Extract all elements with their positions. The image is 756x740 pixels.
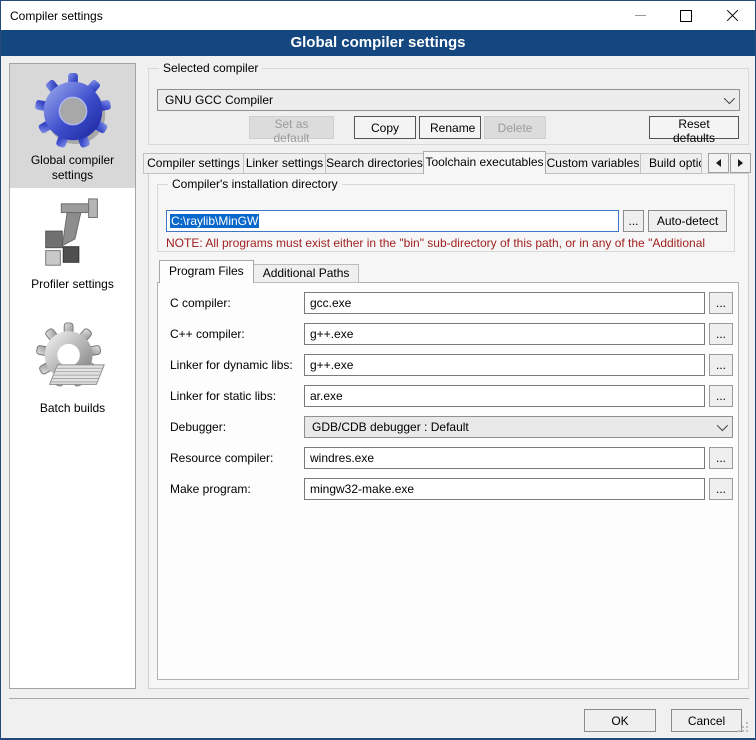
static-linker-value: ar.exe xyxy=(310,389,343,403)
make-program-input[interactable]: mingw32-make.exe xyxy=(304,478,705,500)
tab-custom-variables[interactable]: Custom variables xyxy=(545,153,641,174)
selected-compiler-group-label: Selected compiler xyxy=(159,61,262,76)
dynamic-linker-input[interactable]: g++.exe xyxy=(304,354,705,376)
auto-detect-button[interactable]: Auto-detect xyxy=(648,210,727,232)
arrow-right-icon xyxy=(738,159,743,167)
dynamic-linker-browse-button[interactable]: ... xyxy=(709,354,733,376)
field-label: C compiler: xyxy=(170,292,231,314)
set-as-default-button[interactable]: Set as default xyxy=(249,116,334,139)
field-label: Linker for dynamic libs: xyxy=(170,354,293,376)
dynamic-linker-value: g++.exe xyxy=(310,358,353,372)
compiler-select[interactable]: GNU GCC Compiler xyxy=(157,89,740,111)
c-compiler-browse-button[interactable]: ... xyxy=(709,292,733,314)
debugger-select[interactable]: GDB/CDB debugger : Default xyxy=(304,416,733,438)
minimize-icon xyxy=(635,15,646,16)
sidebar-item-batch-builds[interactable]: Batch builds xyxy=(10,312,135,436)
tab-linker-settings[interactable]: Linker settings xyxy=(243,153,326,174)
field-row-c-compiler: C compiler: gcc.exe ... xyxy=(158,292,738,314)
dialog-banner: Global compiler settings xyxy=(1,30,755,56)
tab-scroll-right-button[interactable] xyxy=(730,153,751,173)
maximize-icon xyxy=(680,10,692,22)
c-compiler-value: gcc.exe xyxy=(310,296,351,310)
resize-grip[interactable] xyxy=(746,730,748,732)
close-button[interactable] xyxy=(709,1,755,30)
caption-buttons xyxy=(617,1,755,30)
field-label: Make program: xyxy=(170,478,251,500)
sidebar-item-label: Global compiler settings xyxy=(10,153,135,183)
window-title: Compiler settings xyxy=(1,9,103,23)
settings-category-list: Global compiler settings Profiler settin… xyxy=(9,63,136,689)
blue-gear-icon xyxy=(34,72,112,150)
titlebar: Compiler settings xyxy=(1,1,755,30)
copy-button[interactable]: Copy xyxy=(354,116,416,139)
gray-gear-stack-icon xyxy=(34,320,112,398)
tab-build-options[interactable]: Build options xyxy=(640,153,702,174)
installation-directory-input[interactable]: C:\raylib\MinGW xyxy=(166,210,619,232)
rename-button[interactable]: Rename xyxy=(419,116,481,139)
banner-title: Global compiler settings xyxy=(290,34,465,51)
delete-button[interactable]: Delete xyxy=(484,116,546,139)
field-label: C++ compiler: xyxy=(170,323,245,345)
field-row-resource-compiler: Resource compiler: windres.exe ... xyxy=(158,447,738,469)
program-files-tabstrip: Program Files Additional Paths xyxy=(159,260,359,283)
bin-subdirectory-note: NOTE: All programs must exist either in … xyxy=(166,236,728,250)
debugger-value: GDB/CDB debugger : Default xyxy=(312,420,469,434)
subtab-additional-paths[interactable]: Additional Paths xyxy=(253,264,360,283)
installation-directory-group-label: Compiler's installation directory xyxy=(168,177,342,192)
field-label: Resource compiler: xyxy=(170,447,273,469)
selected-compiler-group: Selected compiler GNU GCC Compiler Set a… xyxy=(148,68,749,145)
resource-compiler-input[interactable]: windres.exe xyxy=(304,447,705,469)
field-label: Linker for static libs: xyxy=(170,385,276,407)
tab-scroll-arrows xyxy=(707,153,751,173)
compiler-settings-window: Compiler settings Global compiler settin… xyxy=(0,0,756,740)
subtab-program-files[interactable]: Program Files xyxy=(159,260,254,283)
make-program-browse-button[interactable]: ... xyxy=(709,478,733,500)
cpp-compiler-browse-button[interactable]: ... xyxy=(709,323,733,345)
minimize-button[interactable] xyxy=(617,1,663,30)
caliper-blocks-icon xyxy=(34,196,112,274)
installation-directory-group: Compiler's installation directory C:\ray… xyxy=(157,184,735,252)
sidebar-item-global-compiler-settings[interactable]: Global compiler settings xyxy=(10,64,135,188)
field-row-cpp-compiler: C++ compiler: g++.exe ... xyxy=(158,323,738,345)
field-row-static-linker: Linker for static libs: ar.exe ... xyxy=(158,385,738,407)
cpp-compiler-value: g++.exe xyxy=(310,327,353,341)
chevron-down-icon xyxy=(724,93,735,104)
sidebar-item-label: Batch builds xyxy=(40,401,105,416)
footer-separator xyxy=(9,698,749,699)
field-row-make-program: Make program: mingw32-make.exe ... xyxy=(158,478,738,500)
cpp-compiler-input[interactable]: g++.exe xyxy=(304,323,705,345)
program-files-panel: C compiler: gcc.exe ... C++ compiler: g+… xyxy=(157,282,739,680)
installation-directory-value: C:\raylib\MinGW xyxy=(170,214,259,228)
static-linker-input[interactable]: ar.exe xyxy=(304,385,705,407)
tab-compiler-settings[interactable]: Compiler settings xyxy=(143,153,244,174)
compiler-select-value: GNU GCC Compiler xyxy=(165,93,273,107)
chevron-down-icon xyxy=(717,420,728,431)
field-label: Debugger: xyxy=(170,416,226,438)
static-linker-browse-button[interactable]: ... xyxy=(709,385,733,407)
close-icon xyxy=(726,9,739,22)
tab-scroll-left-button[interactable] xyxy=(708,153,729,173)
field-row-debugger: Debugger: GDB/CDB debugger : Default xyxy=(158,416,738,438)
sidebar-item-profiler-settings[interactable]: Profiler settings xyxy=(10,188,135,312)
settings-tabstrip: Compiler settings Linker settings Search… xyxy=(143,151,705,174)
cancel-button[interactable]: Cancel xyxy=(671,709,742,732)
maximize-button[interactable] xyxy=(663,1,709,30)
make-program-value: mingw32-make.exe xyxy=(310,482,414,496)
resource-compiler-value: windres.exe xyxy=(310,451,374,465)
compiler-actions: Set as default Copy Rename Delete Reset … xyxy=(149,116,739,139)
reset-defaults-button[interactable]: Reset defaults xyxy=(649,116,739,139)
resource-compiler-browse-button[interactable]: ... xyxy=(709,447,733,469)
tab-toolchain-executables[interactable]: Toolchain executables xyxy=(423,151,546,174)
arrow-left-icon xyxy=(716,159,721,167)
ok-button[interactable]: OK xyxy=(584,709,656,732)
field-row-dynamic-linker: Linker for dynamic libs: g++.exe ... xyxy=(158,354,738,376)
toolchain-executables-panel: Compiler's installation directory C:\ray… xyxy=(148,173,749,689)
tab-search-directories[interactable]: Search directories xyxy=(325,153,424,174)
sidebar-item-label: Profiler settings xyxy=(31,277,114,292)
installation-directory-browse-button[interactable]: ... xyxy=(623,210,644,232)
c-compiler-input[interactable]: gcc.exe xyxy=(304,292,705,314)
